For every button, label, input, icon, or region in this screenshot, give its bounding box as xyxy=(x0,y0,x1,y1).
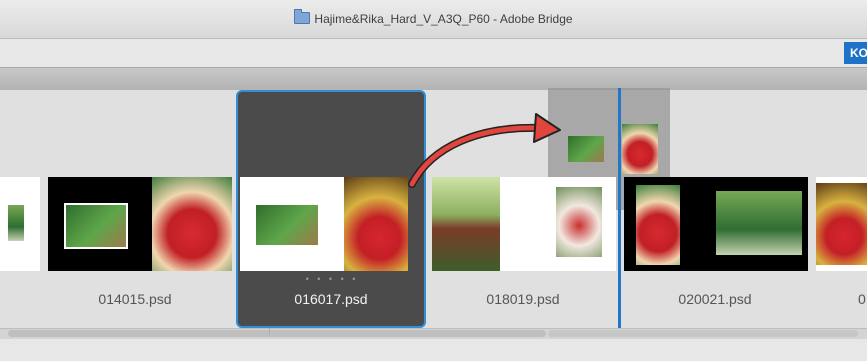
toolbar: KO xyxy=(0,39,867,67)
thumbnail-photo xyxy=(152,177,232,271)
thumbnail-photo xyxy=(64,203,128,249)
thumbnail-label: 014015.psd xyxy=(98,291,172,307)
spread-thumbnail-018019[interactable] xyxy=(432,177,616,271)
ghost-photo-right xyxy=(622,124,658,174)
thumbnail-label: 0 xyxy=(858,291,866,307)
thumbnail-photo xyxy=(556,187,602,257)
spread-thumbnail-partial-right[interactable] xyxy=(816,177,867,271)
spread-thumbnail-014015[interactable] xyxy=(48,177,232,271)
thumbnail-photo xyxy=(344,177,408,271)
window-title: Hajime&Rika_Hard_V_A3Q_P60 - Adobe Bridg… xyxy=(0,9,867,26)
window-title-text: Hajime&Rika_Hard_V_A3Q_P60 - Adobe Bridg… xyxy=(314,12,573,26)
folder-icon xyxy=(294,9,311,24)
window-titlebar: Hajime&Rika_Hard_V_A3Q_P60 - Adobe Bridg… xyxy=(0,0,867,39)
workspace-button[interactable]: KO xyxy=(844,42,867,64)
scrollbar-thumb[interactable] xyxy=(8,330,546,337)
thumbnail-label: 018019.psd xyxy=(486,291,560,307)
thumbnail-photo xyxy=(816,183,867,265)
filmstrip-header xyxy=(0,67,867,91)
horizontal-scrollbar[interactable]: ⋮ xyxy=(0,328,867,339)
thumbnail-photo xyxy=(8,205,24,241)
spread-thumbnail-020021[interactable] xyxy=(624,177,808,271)
thumbnail-label: 020021.psd xyxy=(678,291,752,307)
grip-icon: ⋮ xyxy=(266,329,273,336)
drop-insertion-indicator xyxy=(618,88,621,328)
ghost-photo-left xyxy=(568,136,604,162)
thumbnail-photo xyxy=(256,205,318,245)
page-dots: • • • • • xyxy=(305,274,359,284)
thumbnail-label-selected: 016017.psd xyxy=(294,291,368,307)
thumbnail-photo xyxy=(636,185,680,265)
spread-thumbnail-partial[interactable] xyxy=(0,177,40,271)
thumbnail-photo xyxy=(432,177,500,271)
status-area xyxy=(0,339,867,361)
thumbnail-photo xyxy=(716,191,802,255)
spread-thumbnail-016017[interactable] xyxy=(240,177,408,271)
scrollbar-track-segment[interactable] xyxy=(548,330,858,337)
